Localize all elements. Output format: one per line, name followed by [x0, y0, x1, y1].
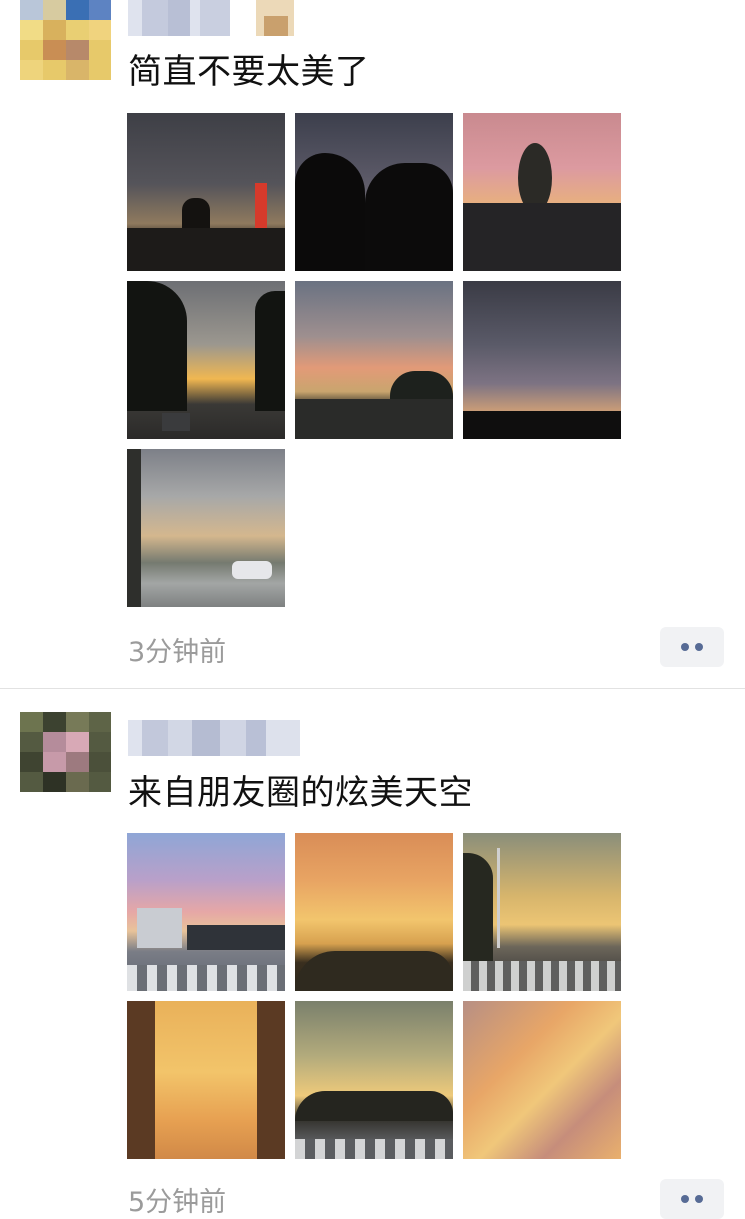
post-caption: 来自朋友圈的炫美天空	[128, 773, 473, 813]
moment-post: 简直不要太美了 3分钟前	[0, 0, 745, 688]
moment-post: 来自朋友圈的炫美天空 5分钟前	[0, 689, 745, 1219]
more-dots-icon	[681, 643, 689, 651]
avatar[interactable]	[20, 0, 111, 80]
more-button[interactable]	[660, 1179, 724, 1219]
more-dots-icon	[695, 1195, 703, 1203]
photo-thumbnail[interactable]	[127, 281, 285, 439]
photo-thumbnail[interactable]	[127, 1001, 285, 1159]
more-dots-icon	[681, 1195, 689, 1203]
photo-thumbnail[interactable]	[295, 833, 453, 991]
post-caption: 简直不要太美了	[128, 52, 370, 92]
photo-thumbnail[interactable]	[463, 1001, 621, 1159]
avatar[interactable]	[20, 712, 111, 792]
photo-thumbnail[interactable]	[463, 281, 621, 439]
photo-thumbnail[interactable]	[127, 833, 285, 991]
photo-thumbnail[interactable]	[295, 281, 453, 439]
photo-thumbnail[interactable]	[295, 1001, 453, 1159]
photo-thumbnail[interactable]	[463, 113, 621, 271]
post-time: 3分钟前	[128, 637, 227, 668]
photo-thumbnail[interactable]	[295, 113, 453, 271]
photo-thumbnail[interactable]	[463, 833, 621, 991]
more-button[interactable]	[660, 627, 724, 667]
more-dots-icon	[695, 643, 703, 651]
post-time: 5分钟前	[128, 1187, 227, 1218]
photo-thumbnail[interactable]	[127, 113, 285, 271]
photo-thumbnail[interactable]	[127, 449, 285, 607]
